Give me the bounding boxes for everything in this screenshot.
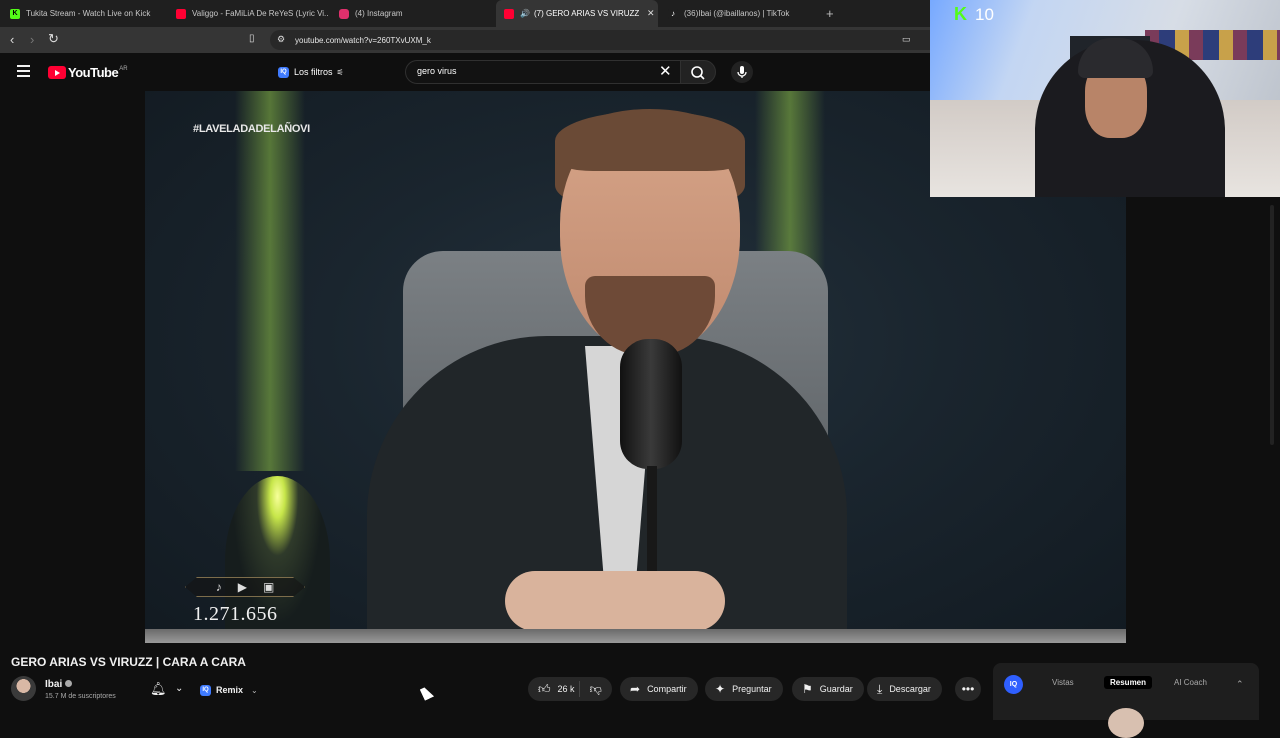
viewer-count: 10	[975, 4, 994, 24]
viewer-counter: 1.271.656	[193, 603, 278, 625]
back-icon[interactable]: ‹	[10, 32, 14, 47]
video-hashtag: #LAVELADADELAÑOVI	[193, 123, 310, 135]
browser-tab-kick[interactable]: K Tukita Stream - Watch Live on Kick	[0, 0, 165, 27]
tiktok-icon: ♪	[215, 580, 222, 594]
thumbs-up-icon[interactable]: 👍︎	[538, 682, 551, 697]
subscriber-count: 15.7 M de suscriptores	[45, 693, 116, 700]
browser-tab-valiggo[interactable]: Valiggo - FaMiLiA De ReYeS (Lyric Vi...	[168, 0, 328, 27]
tab-vistas[interactable]: Vistas	[1052, 678, 1074, 687]
chevron-down-icon: ⌄	[251, 685, 258, 695]
search-button[interactable]	[680, 60, 716, 84]
share-icon: ➦	[630, 682, 641, 696]
remix-label: Remix	[216, 685, 244, 695]
scrollbar[interactable]	[1270, 205, 1274, 445]
voice-search-button[interactable]	[731, 61, 753, 83]
filters-button[interactable]: IQ Los filtros ⚟	[272, 62, 350, 82]
divider	[578, 681, 580, 697]
social-icons-bar: ♪ ▶ ▣	[185, 577, 305, 597]
cast-icon[interactable]: ▭	[902, 34, 911, 45]
browser-tab-youtube-active[interactable]: 🔊 (7) GERO ARIAS VS VIRUZZ | C... ✕	[496, 0, 658, 27]
country-code: AR	[119, 65, 128, 72]
forward-icon[interactable]: ›	[30, 32, 34, 47]
search-icon	[691, 66, 705, 80]
iq-icon: IQ	[278, 66, 289, 78]
download-button[interactable]: ⤓ Descargar	[867, 677, 942, 701]
extension-avatar	[1108, 708, 1144, 738]
youtube-icon	[176, 8, 186, 19]
channel-name-text: Ibai	[45, 679, 63, 690]
thumbs-down-icon[interactable]: 👎︎	[590, 682, 602, 697]
like-dislike-group: 👍︎ 26 k 👎︎	[528, 677, 612, 701]
bell-icon[interactable]: 🔔︎	[150, 681, 167, 697]
studio-microphone	[620, 339, 682, 469]
save-button[interactable]: ⚑ Guardar	[792, 677, 864, 701]
share-button[interactable]: ➦ Compartir	[620, 677, 698, 701]
more-actions-button[interactable]: •••	[955, 677, 981, 701]
tab-label: (4) Instagram	[355, 9, 403, 18]
ask-button[interactable]: ✦ Preguntar	[705, 677, 783, 701]
share-label: Compartir	[647, 684, 687, 694]
tab-label: (7) GERO ARIAS VS VIRUZZ | C...	[533, 9, 639, 18]
sidebar-area	[1126, 197, 1280, 652]
youtube-play-icon	[48, 66, 66, 79]
like-count[interactable]: 26 k	[558, 684, 575, 694]
new-tab-button[interactable]: +	[826, 6, 834, 21]
tab-label: Valiggo - FaMiLiA De ReYeS (Lyric Vi...	[192, 9, 328, 18]
person-hands	[505, 571, 725, 631]
reload-icon[interactable]: ↻	[48, 31, 59, 47]
url-text[interactable]: youtube.com/watch?v=260TXvUXM_k	[295, 36, 431, 45]
channel-avatar[interactable]	[11, 676, 36, 701]
browser-tab-strip: K Tukita Stream - Watch Live on Kick Val…	[0, 0, 930, 27]
bookmark-icon: ⚑	[802, 682, 813, 696]
chevron-up-icon[interactable]: ⌃	[1236, 679, 1244, 690]
kick-icon: K	[10, 8, 20, 19]
streamer-webcam: K 10	[930, 0, 1280, 197]
tab-label: (36)Ibai (@ibaillanos) | TikTok	[684, 9, 790, 18]
tab-resumen[interactable]: Resumen	[1104, 676, 1153, 689]
youtube-icon: ▶	[237, 580, 247, 594]
bookmark-icon[interactable]: ▯	[249, 33, 255, 44]
kick-viewer-badge: K 10	[954, 4, 994, 25]
filters-label: Los filtros	[294, 67, 333, 77]
iq-logo[interactable]: IQ	[1004, 675, 1023, 694]
more-icon: •••	[961, 682, 975, 696]
tab-label: Tukita Stream - Watch Live on Kick	[26, 9, 151, 18]
sparkle-icon: ✦	[715, 682, 726, 696]
light-beam	[235, 91, 305, 471]
kick-icon: K	[954, 4, 967, 24]
download-icon: ⤓	[877, 681, 883, 696]
youtube-header: YouTube AR IQ Los filtros ⚟ gero virus ✕	[0, 53, 930, 91]
close-icon[interactable]: ✕	[647, 8, 655, 19]
tab-ai-coach[interactable]: AI Coach	[1174, 678, 1207, 687]
instagram-icon	[339, 8, 349, 19]
youtube-wordmark: YouTube	[68, 65, 119, 80]
browser-tab-instagram[interactable]: (4) Instagram	[333, 0, 493, 27]
browser-address-bar: ‹ › ↻ ▯ ⚙ youtube.com/watch?v=260TXvUXM_…	[0, 27, 930, 53]
browser-tab-tiktok[interactable]: ♪ (36)Ibai (@ibaillanos) | TikTok	[662, 0, 822, 27]
ask-label: Preguntar	[732, 684, 772, 694]
mouse-cursor	[419, 685, 435, 701]
video-title: GERO ARIAS VS VIRUZZ | CARA A CARA	[11, 655, 246, 669]
save-label: Guardar	[819, 684, 853, 694]
video-bottom-strip	[145, 629, 1126, 643]
clear-search-icon[interactable]: ✕	[659, 62, 672, 80]
speaker-icon: 🔊	[520, 9, 530, 18]
person-hair	[555, 111, 745, 171]
microphone-icon	[737, 66, 747, 78]
remix-button[interactable]: IQ Remix ⌄	[200, 680, 258, 700]
youtube-logo[interactable]: YouTube AR	[48, 65, 128, 80]
download-label: Descargar	[889, 684, 931, 694]
search-query[interactable]: gero virus	[417, 66, 457, 76]
twitch-icon: ▣	[262, 580, 275, 594]
sliders-icon: ⚟	[336, 67, 344, 77]
menu-icon[interactable]	[17, 65, 30, 80]
iq-icon: IQ	[200, 684, 211, 696]
channel-name[interactable]: Ibai	[45, 679, 73, 690]
site-info-icon[interactable]: ⚙	[277, 34, 285, 45]
chevron-down-icon[interactable]: ⌄	[175, 683, 183, 694]
verified-icon	[65, 680, 73, 687]
youtube-icon	[504, 8, 514, 19]
tiktok-icon: ♪	[668, 8, 678, 19]
